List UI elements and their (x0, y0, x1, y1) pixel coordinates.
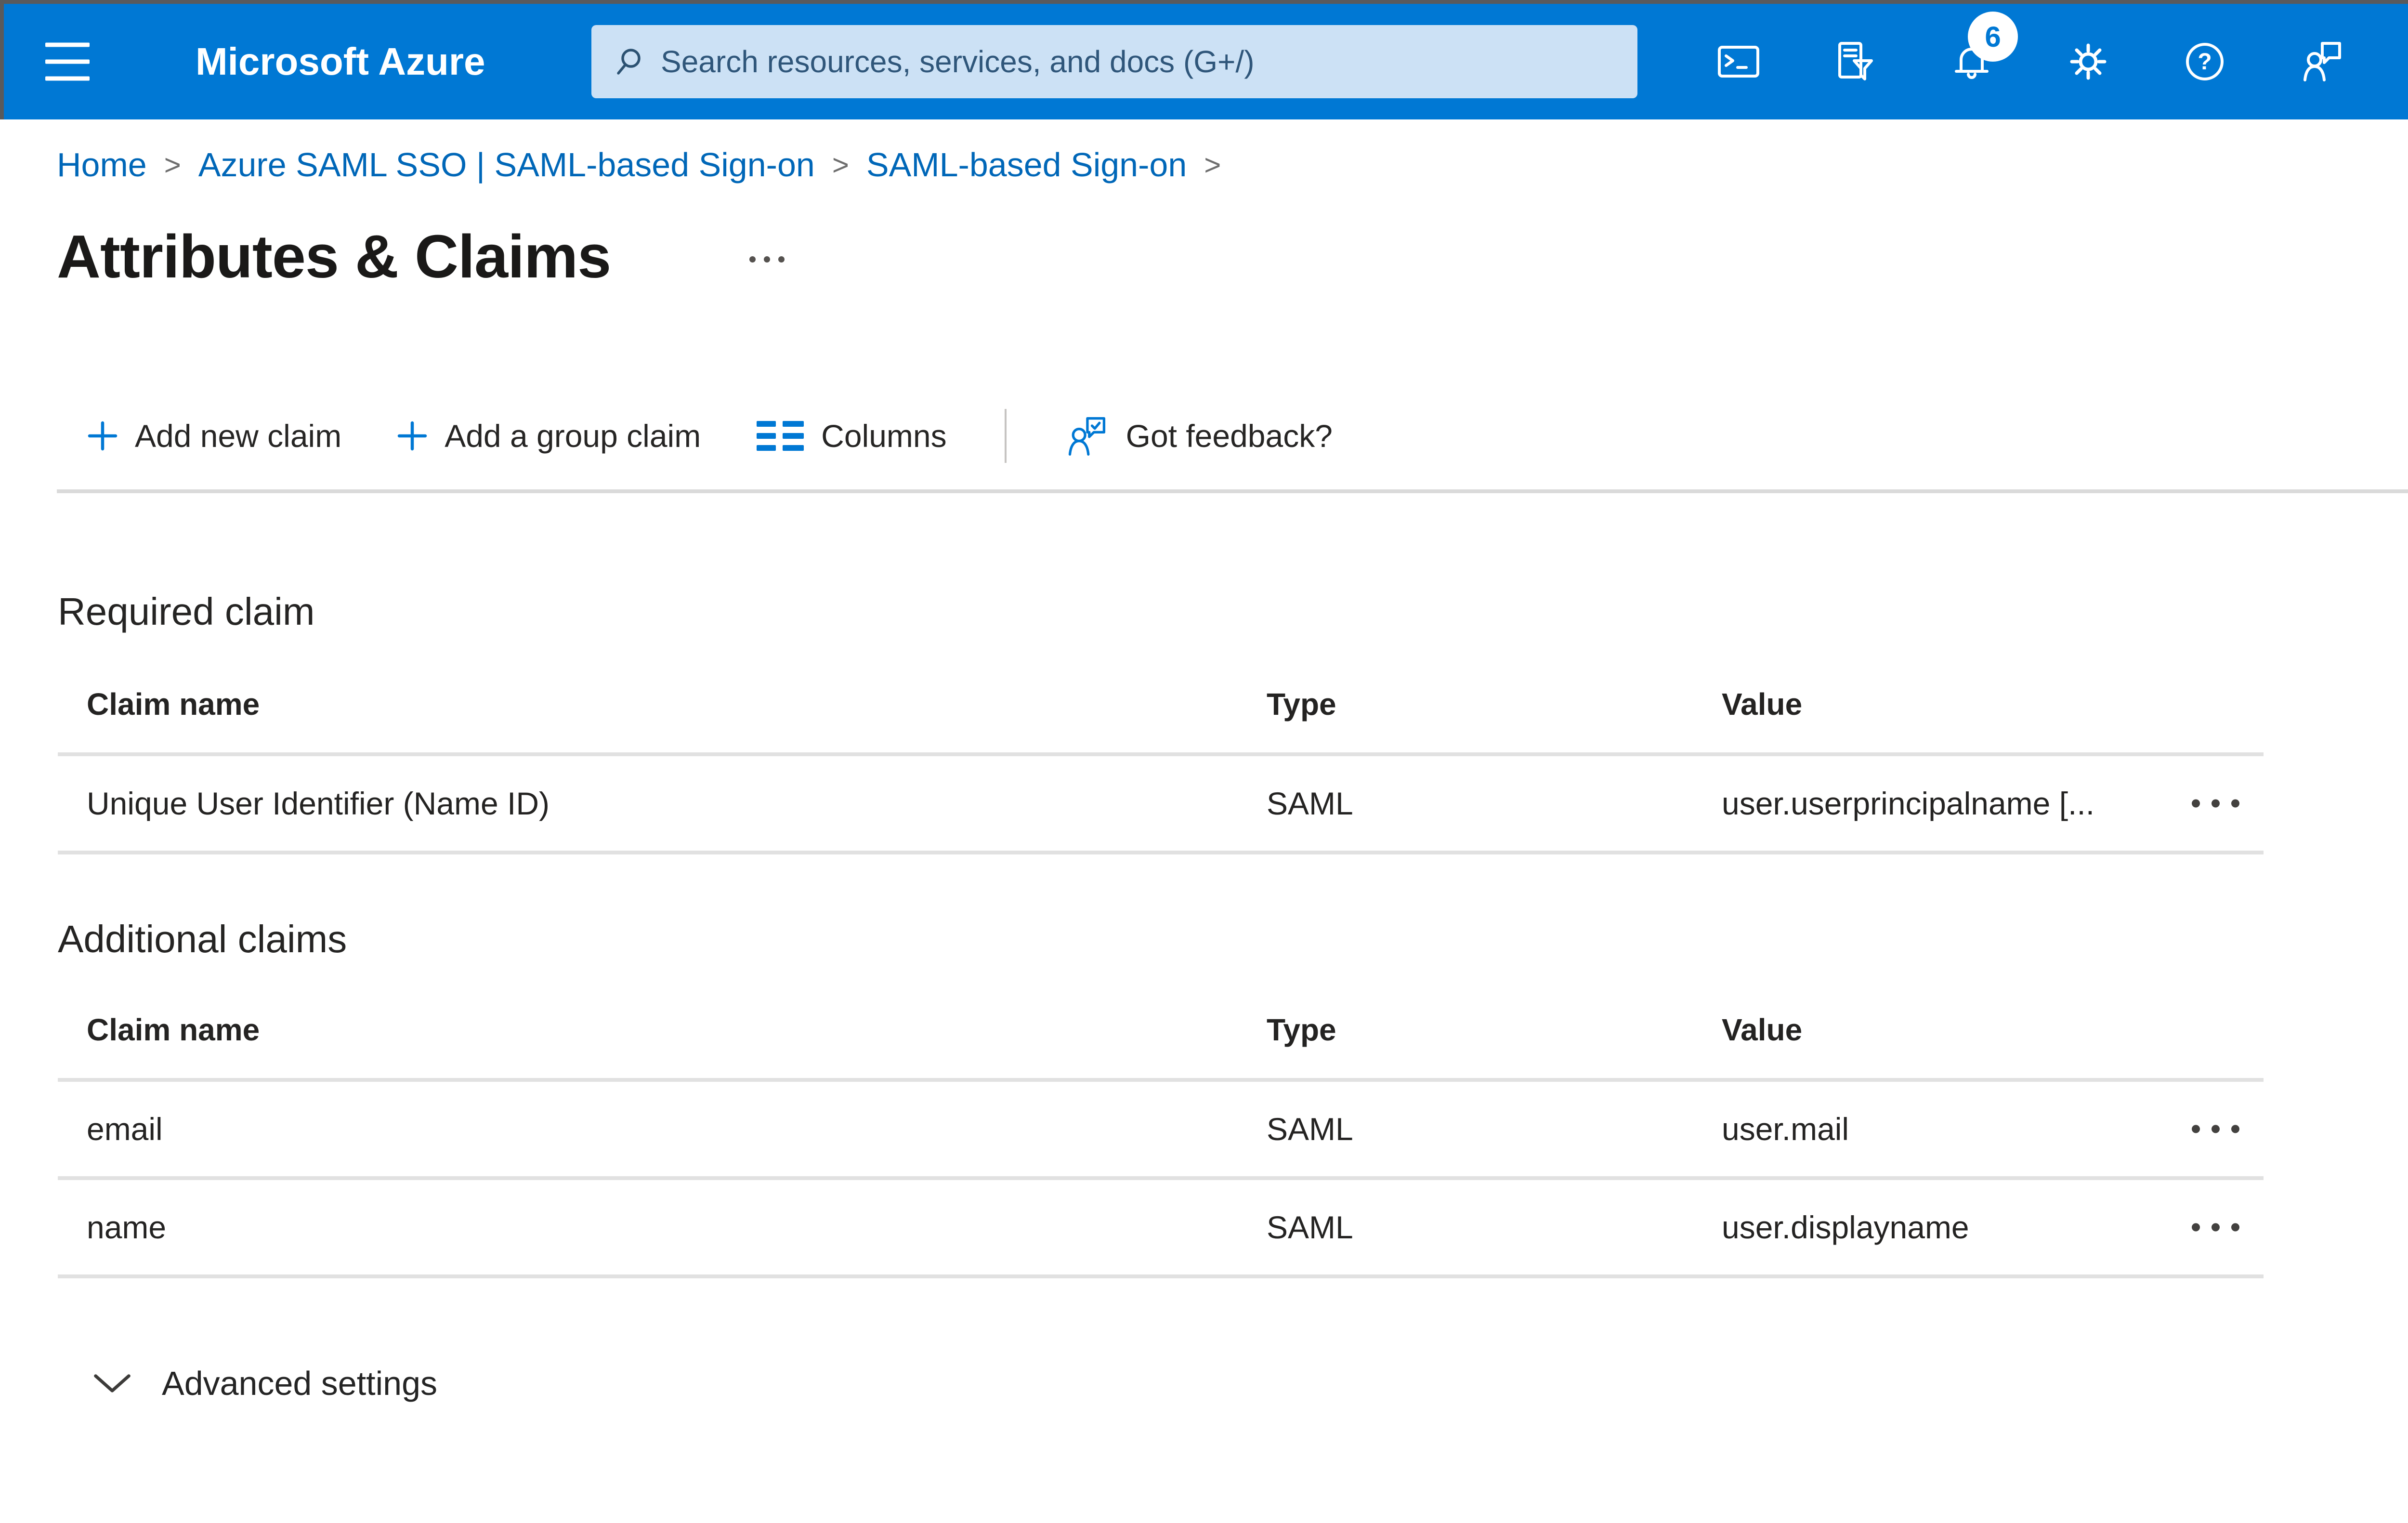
notification-badge: 6 (1968, 12, 2018, 62)
claim-name-cell: email (87, 1111, 163, 1147)
got-feedback-label: Got feedback? (1125, 418, 1333, 454)
directory-filter-icon (1838, 42, 1873, 80)
search-input[interactable] (644, 25, 1637, 98)
breadcrumb-app-sso-link[interactable]: Azure SAML SSO | SAML-based Sign-on (198, 145, 815, 184)
feedback-button[interactable] (2297, 38, 2345, 86)
cloud-shell-button[interactable] (1714, 38, 1763, 86)
ellipsis-icon (749, 256, 756, 263)
help-icon: ? (2186, 43, 2224, 80)
breadcrumb: Home > Azure SAML SSO | SAML-based Sign-… (57, 145, 1221, 184)
column-header-claim-name: Claim name (87, 687, 260, 722)
azure-brand-logo[interactable]: Microsoft Azure (196, 4, 485, 119)
window-border-left (0, 0, 4, 119)
table-header-row: Claim name Type Value (58, 670, 2264, 756)
breadcrumb-saml-signon-link[interactable]: SAML-based Sign-on (866, 145, 1187, 184)
column-header-claim-name: Claim name (87, 1012, 260, 1047)
add-group-claim-label: Add a group claim (445, 418, 701, 454)
plus-icon (88, 421, 118, 451)
topbar-icon-group: 6 ? (1714, 4, 2345, 119)
breadcrumb-home-link[interactable]: Home (57, 145, 147, 184)
additional-claims-table: Claim name Type Value email SAML user.ma… (58, 995, 2264, 1278)
claim-row-email[interactable]: email SAML user.mail (58, 1082, 2264, 1180)
svg-text:?: ? (2198, 49, 2212, 75)
got-feedback-button[interactable]: Got feedback? (1036, 405, 1361, 467)
global-search (591, 25, 1637, 98)
advanced-settings-label: Advanced settings (162, 1365, 438, 1402)
search-icon (617, 49, 641, 75)
table-header-row: Claim name Type Value (58, 995, 2264, 1082)
command-bar: Add new claim Add a group claim Columns … (58, 405, 1361, 467)
claim-type-cell: SAML (1267, 1209, 1353, 1245)
row-context-menu-button[interactable] (2187, 795, 2244, 813)
settings-button[interactable] (2064, 38, 2112, 86)
settings-gear-icon (2070, 43, 2107, 80)
required-claim-table: Claim name Type Value Unique User Identi… (58, 670, 2264, 854)
column-header-type: Type (1267, 1012, 1336, 1047)
column-header-value: Value (1722, 687, 1803, 722)
azure-top-bar: Microsoft Azure Search resources, servic… (0, 4, 2408, 119)
claim-name-cell: Unique User Identifier (Name ID) (87, 786, 550, 821)
claim-value-cell: user.mail (1722, 1111, 1849, 1147)
columns-label: Columns (821, 418, 947, 454)
add-new-claim-button[interactable]: Add new claim (58, 405, 369, 467)
cloud-shell-icon (1718, 46, 1759, 78)
columns-icon (757, 421, 804, 451)
breadcrumb-separator-icon: > (832, 148, 849, 181)
plus-icon (397, 421, 427, 451)
claim-name-cell: name (87, 1209, 167, 1245)
toolbar-divider (1004, 409, 1007, 463)
row-context-menu-button[interactable] (2187, 1120, 2244, 1138)
column-header-type: Type (1267, 687, 1336, 722)
add-new-claim-label: Add new claim (135, 418, 342, 454)
azure-portal-screen: Microsoft Azure Search resources, servic… (0, 0, 2408, 1523)
add-group-claim-button[interactable]: Add a group claim (369, 405, 729, 467)
directory-filter-button[interactable] (1831, 38, 1879, 86)
advanced-settings-toggle[interactable]: Advanced settings (76, 1354, 437, 1412)
claim-row-nameid[interactable]: Unique User Identifier (Name ID) SAML us… (58, 756, 2264, 854)
breadcrumb-separator-icon: > (1204, 148, 1221, 181)
row-context-menu-button[interactable] (2187, 1219, 2244, 1236)
claim-row-name[interactable]: name SAML user.displayname (58, 1180, 2264, 1278)
required-claim-heading: Required claim (58, 590, 315, 633)
claim-type-cell: SAML (1267, 786, 1353, 821)
additional-claims-heading: Additional claims (58, 918, 347, 960)
feedback-person-icon (2303, 42, 2341, 81)
claim-value-cell: user.userprincipalname [... (1722, 786, 2095, 821)
feedback-person-icon (1068, 417, 1105, 456)
claim-value-cell: user.displayname (1722, 1209, 1969, 1245)
chevron-down-icon (94, 1374, 131, 1392)
page-title: Attributes & Claims (57, 223, 611, 290)
breadcrumb-separator-icon: > (164, 148, 181, 181)
column-header-value: Value (1722, 1012, 1803, 1047)
help-button[interactable]: ? (2181, 38, 2229, 86)
claim-type-cell: SAML (1267, 1111, 1353, 1147)
title-context-menu-button[interactable] (749, 256, 785, 263)
columns-button[interactable]: Columns (729, 405, 974, 467)
hamburger-menu-button[interactable] (45, 42, 90, 81)
toolbar-divider-rule (57, 489, 2408, 493)
notifications-button[interactable]: 6 (1948, 12, 2018, 86)
window-border-top (0, 0, 2408, 4)
